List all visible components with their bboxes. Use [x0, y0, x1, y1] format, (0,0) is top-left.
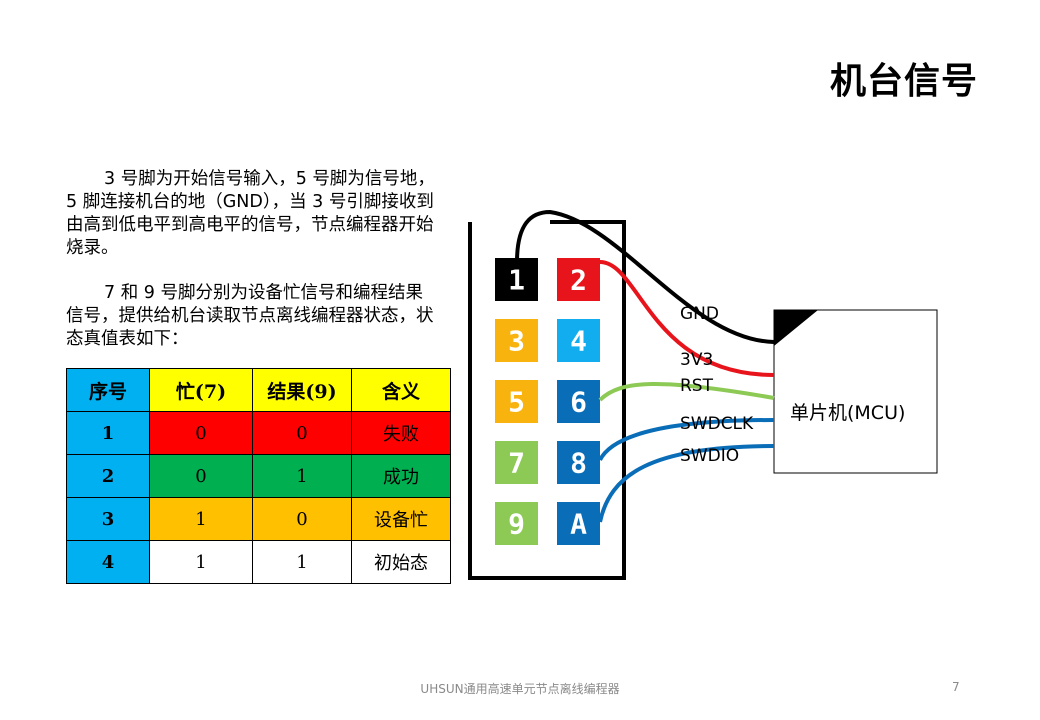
connector-pin-label: 3 [508, 325, 525, 358]
mcu-box [773, 309, 938, 474]
connector-pin-label: 8 [570, 447, 587, 480]
signal-label-gnd: GND [680, 304, 719, 324]
signal-label-swdio: SWDIO [680, 446, 740, 466]
signal-label-rst: RST [680, 376, 713, 396]
connector-pin-label: 6 [570, 386, 587, 419]
signal-label-swdclk: SWDCLK [680, 414, 754, 434]
connector-pin-label: 2 [570, 264, 587, 297]
footer-text: UHSUN通用高速单元节点离线编程器 [420, 682, 620, 696]
wiring-diagram: 1 2 3 4 5 6 7 8 9 A [468, 209, 938, 580]
connector-pin-label: A [570, 508, 587, 541]
connector-pin-label: 9 [508, 508, 525, 541]
connector-pin-label: 1 [508, 264, 525, 297]
connector-pin-label: 4 [570, 325, 587, 358]
mcu-label: 单片机(MCU) [790, 402, 906, 424]
page-number: 7 [952, 680, 960, 694]
signal-label-3v3: 3V3 [680, 350, 714, 370]
connector-pin-label: 7 [508, 447, 525, 480]
wire-gnd [515, 209, 775, 344]
connector-pins: 1 2 3 4 5 6 7 8 9 A [495, 258, 600, 545]
connector-pin-label: 5 [508, 386, 525, 419]
